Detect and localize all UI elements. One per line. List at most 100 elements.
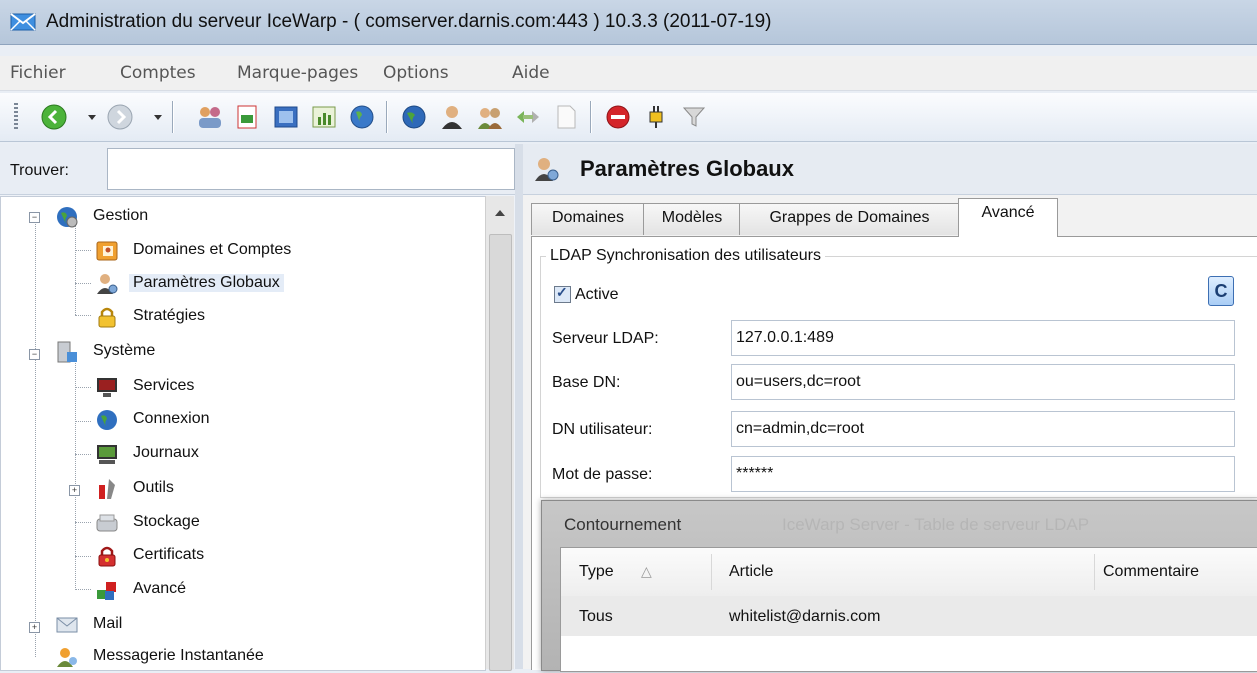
table-header: Type △ Article Commentaire bbox=[561, 548, 1257, 597]
globe-icon[interactable] bbox=[400, 103, 428, 131]
globe-gear-icon bbox=[57, 207, 78, 228]
group-title: LDAP Synchronisation des utilisateurs bbox=[546, 247, 825, 265]
table-row[interactable]: Tous whitelist@darnis.com bbox=[561, 596, 1257, 636]
toolbar bbox=[0, 93, 1257, 142]
collapse-toggle[interactable]: − bbox=[29, 349, 40, 360]
tab-modeles[interactable]: Modèles bbox=[643, 203, 741, 235]
find-input[interactable] bbox=[107, 148, 515, 190]
filter-icon[interactable] bbox=[680, 103, 708, 131]
column-header-type[interactable]: Type bbox=[579, 563, 614, 581]
ldap-server-input[interactable]: 127.0.0.1:489 bbox=[731, 320, 1235, 356]
c-button[interactable]: C bbox=[1208, 276, 1234, 306]
menu-fichier[interactable]: Fichier bbox=[10, 63, 66, 83]
monitor-icon bbox=[97, 378, 117, 397]
book-icon[interactable] bbox=[272, 103, 300, 131]
plugin-icon[interactable] bbox=[642, 103, 670, 131]
column-header-article[interactable]: Article bbox=[729, 563, 773, 581]
document-icon[interactable] bbox=[552, 103, 580, 131]
active-label: Active bbox=[575, 286, 619, 303]
tab-domaines[interactable]: Domaines bbox=[531, 203, 645, 235]
globe-icon[interactable] bbox=[348, 103, 376, 131]
menu-aide[interactable]: Aide bbox=[512, 63, 550, 83]
column-separator[interactable] bbox=[1094, 554, 1095, 590]
cubes-icon bbox=[97, 582, 116, 600]
users-icon[interactable] bbox=[196, 103, 224, 131]
scroll-up-icon[interactable] bbox=[495, 210, 505, 216]
tree-connector bbox=[75, 315, 91, 316]
base-dn-input[interactable]: ou=users,dc=root bbox=[731, 364, 1235, 400]
tab-label: Modèles bbox=[661, 209, 723, 226]
password-input[interactable]: ****** bbox=[731, 456, 1235, 492]
menu-comptes[interactable]: Comptes bbox=[120, 63, 196, 83]
tree-connector bbox=[75, 556, 91, 557]
user-dn-input[interactable]: cn=admin,dc=root bbox=[731, 411, 1235, 447]
content-header: Paramètres Globaux bbox=[523, 144, 1257, 195]
forward-dropdown-arrow[interactable] bbox=[154, 115, 162, 120]
column-separator[interactable] bbox=[711, 554, 712, 590]
tree-item-label: Certificats bbox=[133, 546, 205, 563]
tree-item-label: Domaines et Comptes bbox=[133, 241, 292, 258]
user-icon[interactable] bbox=[438, 103, 466, 131]
disk-icon bbox=[96, 514, 118, 532]
tab-label: Grappes de Domaines bbox=[769, 209, 930, 226]
tree-item-label: Messagerie Instantanée bbox=[93, 647, 264, 664]
navigation-tree: − Gestion Domaines et Comptes Paramètres… bbox=[0, 196, 486, 671]
back-arrow-icon[interactable] bbox=[40, 103, 68, 131]
password-label: Mot de passe: bbox=[552, 466, 653, 483]
tab-label: Avancé bbox=[981, 204, 1035, 221]
menu-options[interactable]: Options bbox=[383, 63, 449, 83]
active-checkbox[interactable]: ✓ bbox=[554, 284, 571, 303]
chart-icon[interactable] bbox=[310, 103, 338, 131]
page-title: Paramètres Globaux bbox=[580, 156, 794, 181]
tab-avance[interactable]: Avancé bbox=[958, 198, 1058, 237]
expand-toggle[interactable]: + bbox=[29, 622, 40, 633]
report-icon[interactable] bbox=[234, 103, 262, 131]
tree-connector bbox=[35, 222, 36, 657]
tree-item-label: Système bbox=[93, 342, 156, 359]
tree-connector bbox=[75, 421, 91, 422]
back-dropdown-arrow[interactable] bbox=[88, 115, 96, 120]
tree-item-label: Connexion bbox=[133, 410, 210, 427]
toolbar-grip[interactable] bbox=[14, 103, 18, 131]
tree-connector bbox=[75, 225, 76, 315]
stop-icon[interactable] bbox=[604, 103, 632, 131]
tab-strip: Domaines Modèles Grappes de Domaines Ava… bbox=[523, 196, 1257, 237]
find-row: Trouver: bbox=[0, 144, 515, 195]
tree-connector bbox=[75, 589, 91, 590]
mail-icon bbox=[56, 617, 78, 633]
forward-arrow-icon[interactable] bbox=[106, 103, 134, 131]
arrows-icon[interactable] bbox=[514, 103, 542, 131]
certificate-lock-icon bbox=[98, 546, 116, 567]
navigation-pane: Trouver: − Gestion Domaines et Comptes P… bbox=[0, 144, 515, 671]
field-value: ****** bbox=[736, 465, 774, 482]
scrollbar-thumb[interactable] bbox=[489, 234, 512, 671]
cell-article: whitelist@darnis.com bbox=[729, 608, 881, 625]
tree-item-label: Journaux bbox=[133, 444, 199, 461]
lock-icon bbox=[98, 307, 116, 328]
pane-splitter[interactable] bbox=[515, 144, 523, 669]
group-icon[interactable] bbox=[476, 103, 504, 131]
menu-bar: Fichier Comptes Marque-pages Options Aid… bbox=[0, 56, 1257, 91]
base-dn-label: Base DN: bbox=[552, 374, 621, 391]
messenger-icon bbox=[57, 648, 77, 667]
app-envelope-icon bbox=[10, 13, 36, 31]
checkmark-icon: ✓ bbox=[556, 284, 568, 300]
toolbar-separator bbox=[590, 101, 592, 133]
collapse-toggle[interactable]: − bbox=[29, 212, 40, 223]
tree-scrollbar[interactable] bbox=[485, 196, 514, 671]
expand-toggle[interactable]: + bbox=[69, 485, 80, 496]
tree-connector bbox=[75, 522, 91, 523]
tree-connector bbox=[75, 363, 76, 588]
tab-label: Domaines bbox=[551, 209, 625, 226]
field-value: ou=users,dc=root bbox=[736, 373, 861, 390]
toolbar-separator bbox=[172, 101, 174, 133]
bypass-table: Type △ Article Commentaire Tous whitelis… bbox=[560, 547, 1257, 672]
tree-connector bbox=[75, 283, 91, 284]
tab-grappes-de-domaines[interactable]: Grappes de Domaines bbox=[739, 203, 960, 235]
cell-type: Tous bbox=[579, 608, 613, 625]
menu-marque-pages[interactable]: Marque-pages bbox=[237, 63, 358, 83]
column-header-commentaire[interactable]: Commentaire bbox=[1103, 563, 1199, 581]
tree-item-label: Avancé bbox=[133, 580, 187, 597]
log-monitor-icon bbox=[97, 445, 117, 464]
find-label: Trouver: bbox=[10, 162, 69, 179]
